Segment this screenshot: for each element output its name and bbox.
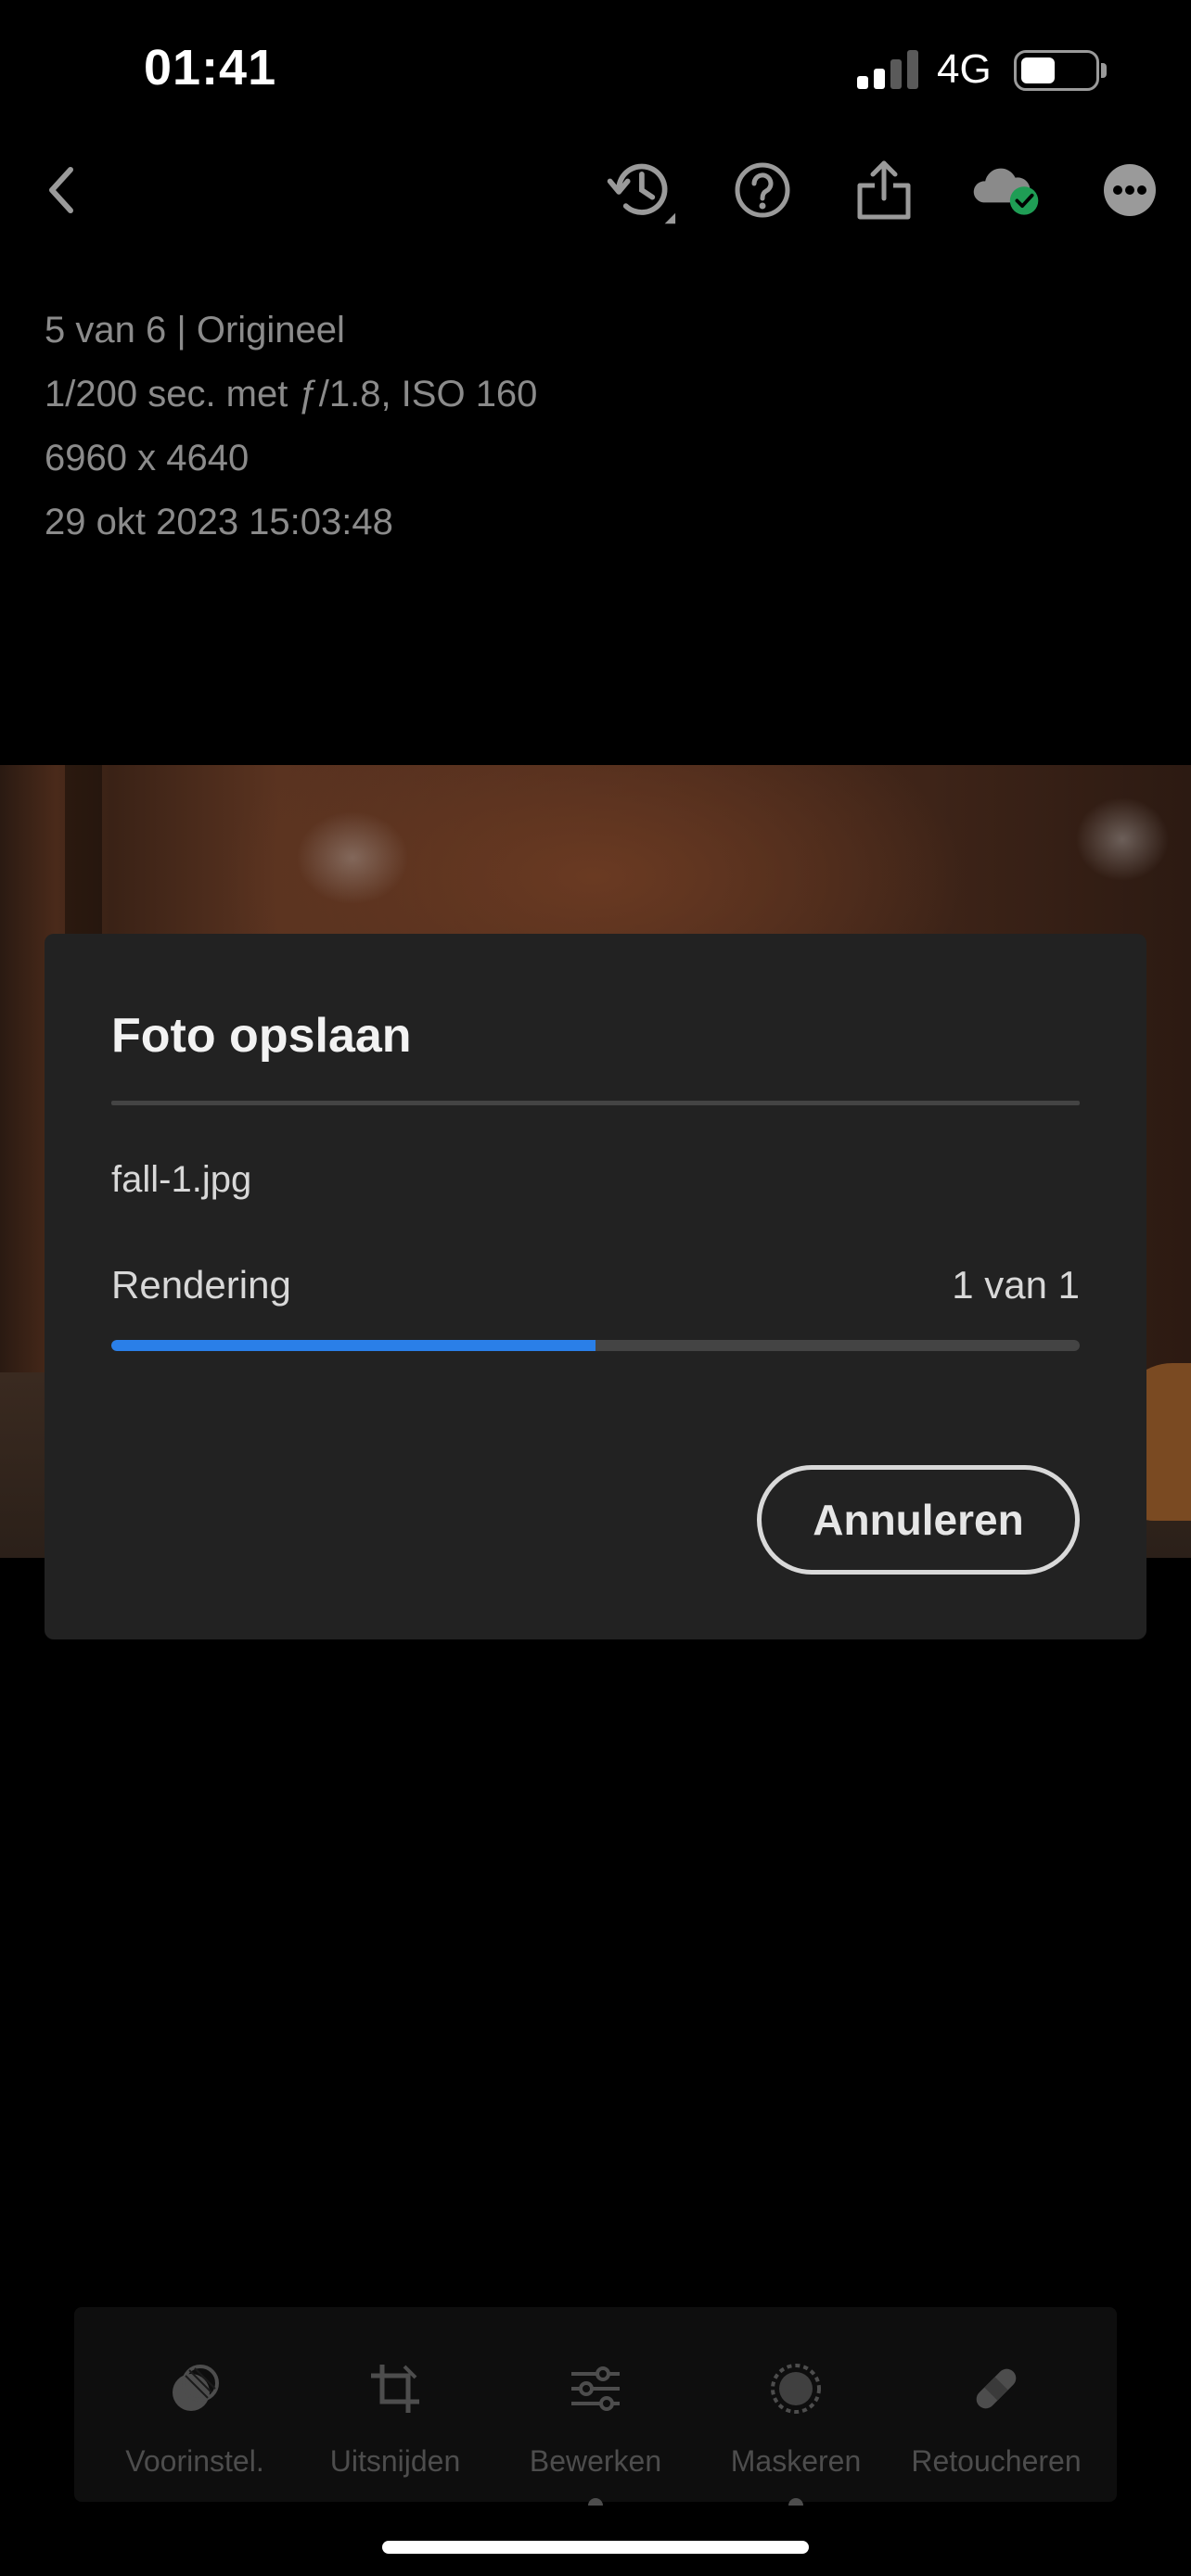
tool-indicator [588, 2498, 603, 2506]
edit-toolbar: Voorinstel. Uitsnijden Bewerken Maskeren… [74, 2307, 1117, 2506]
more-icon[interactable] [1093, 153, 1167, 227]
mask-icon [759, 2352, 833, 2426]
photo-dimensions: 6960 x 4640 [45, 438, 250, 478]
photo-date: 29 okt 2023 15:03:48 [45, 502, 393, 542]
edit-sliders-icon [558, 2352, 633, 2426]
tool-label: Maskeren [730, 2444, 862, 2478]
history-icon[interactable] [603, 153, 677, 227]
tool-label: Retoucheren [911, 2444, 1082, 2478]
heal-bandage-icon [959, 2352, 1033, 2426]
crop-icon [358, 2352, 432, 2426]
render-count: 1 van 1 [952, 1263, 1080, 1307]
home-indicator[interactable] [382, 2541, 809, 2554]
help-icon[interactable] [725, 153, 800, 227]
share-icon[interactable] [847, 153, 921, 227]
tool-label: Bewerken [529, 2444, 662, 2478]
signal-icon [857, 48, 918, 89]
cloud-synced-icon[interactable] [969, 153, 1044, 227]
status-bar: 01:41 4G [0, 0, 1191, 139]
battery-icon [1014, 50, 1099, 91]
photo-exposure: 1/200 sec. met ƒ/1.8, ISO 160 [45, 374, 538, 414]
status-time: 01:41 [144, 40, 277, 96]
cancel-button[interactable]: Annuleren [757, 1465, 1080, 1575]
tool-label: Uitsnijden [329, 2444, 461, 2478]
progress-fill [111, 1340, 596, 1351]
tool-label: Voorinstel. [125, 2444, 264, 2478]
tool-mask[interactable]: Maskeren [696, 2307, 896, 2506]
dialog-divider [111, 1101, 1080, 1105]
photo-position: 5 van 6 | Origineel [45, 310, 345, 351]
tool-indicator [788, 2498, 803, 2506]
save-photo-dialog: Foto opslaan fall-1.jpg Rendering 1 van … [45, 934, 1146, 1639]
tool-crop[interactable]: Uitsnijden [295, 2307, 495, 2502]
photo-info: 5 van 6 | Origineel 1/200 sec. met ƒ/1.8… [45, 299, 537, 555]
presets-icon [158, 2352, 232, 2426]
back-chevron-icon[interactable] [24, 153, 98, 227]
screen: 01:41 4G 5 van 6 | Origineel 1/200 sec. … [0, 0, 1191, 2576]
network-type: 4G [937, 46, 992, 92]
dialog-title: Foto opslaan [111, 1009, 412, 1063]
battery-tip [1101, 63, 1107, 78]
tool-heal[interactable]: Retoucheren [896, 2307, 1096, 2502]
tool-presets[interactable]: Voorinstel. [95, 2307, 295, 2502]
tool-edit[interactable]: Bewerken [495, 2307, 696, 2506]
render-status-label: Rendering [111, 1263, 291, 1307]
progress-bar [111, 1340, 1080, 1351]
file-name: fall-1.jpg [111, 1159, 252, 1200]
